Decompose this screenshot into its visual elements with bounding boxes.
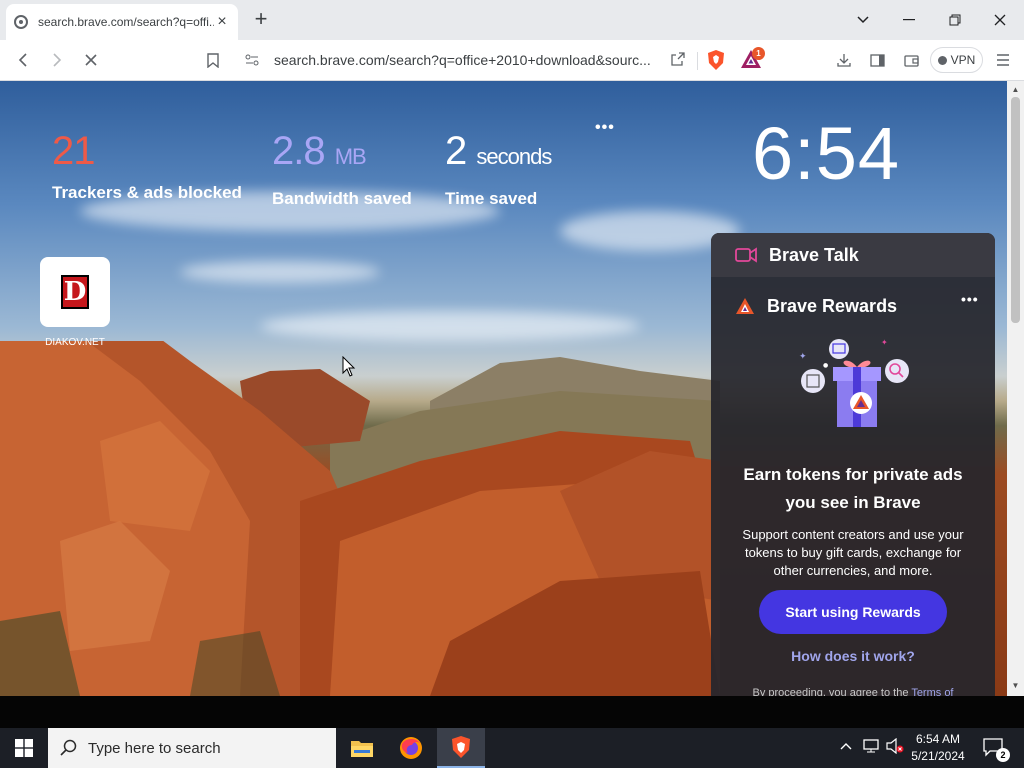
menu-hamburger-icon[interactable] <box>991 49 1015 71</box>
bookmark-button[interactable] <box>201 49 225 71</box>
time-label: Time saved <box>445 189 538 208</box>
tab-search-chevron-icon[interactable] <box>851 8 875 32</box>
brave-talk-card[interactable]: Brave Talk <box>711 233 995 277</box>
desktop-strip <box>0 696 1024 728</box>
rewards-badge: 1 <box>752 47 765 60</box>
new-tab-page: 21 Trackers & ads blocked 2.8 MB Bandwid… <box>0 81 1007 696</box>
system-date: 5/21/2024 <box>911 749 965 763</box>
windows-logo-icon <box>15 739 33 757</box>
bandwidth-unit: MB <box>334 144 367 169</box>
cloud-shape <box>180 261 380 283</box>
tab-favicon-icon <box>14 15 28 29</box>
tab-strip: search.brave.com/search?q=offi... × + <box>0 0 1024 40</box>
svg-text:✦: ✦ <box>799 352 807 362</box>
browser-toolbar: search.brave.com/search?q=office+2010+do… <box>0 40 1024 81</box>
brave-taskbar-button[interactable] <box>437 728 485 768</box>
start-using-rewards-button[interactable]: Start using Rewards <box>759 590 947 634</box>
folder-icon <box>351 741 373 757</box>
trackers-stat: 21 Trackers & ads blocked <box>52 129 242 203</box>
system-time: 6:54 AM <box>915 732 961 746</box>
new-tab-button[interactable]: + <box>251 8 271 30</box>
brave-talk-title: Brave Talk <box>769 244 859 265</box>
search-placeholder: Type here to search <box>88 739 221 757</box>
brave-shields-icon[interactable] <box>706 49 726 71</box>
time-value: 2 <box>445 129 467 173</box>
terms-prefix: By proceeding, you agree to the <box>752 687 909 696</box>
stop-loading-button[interactable] <box>79 49 103 71</box>
vpn-status-icon <box>937 55 947 65</box>
rewards-description: Support content creators and use your to… <box>742 527 964 578</box>
bandwidth-stat: 2.8 MB Bandwidth saved <box>272 129 412 209</box>
vpn-label: VPN <box>950 53 976 67</box>
firefox-button[interactable] <box>387 728 435 768</box>
video-camera-icon <box>735 247 757 263</box>
notification-count-badge: 2 <box>996 748 1010 762</box>
scroll-down-icon[interactable]: ▼ <box>1011 681 1020 691</box>
page-scrollbar[interactable]: ▲ ▼ <box>1007 81 1024 696</box>
minimize-button[interactable] <box>897 8 921 32</box>
restore-button[interactable] <box>943 8 967 32</box>
top-site-label[interactable]: DIAKOV.NET <box>34 337 116 348</box>
scroll-up-icon[interactable]: ▲ <box>1011 85 1020 95</box>
brave-rewards-title: Brave Rewards <box>767 295 898 316</box>
terms-link[interactable]: Terms of <box>911 687 953 696</box>
diakov-logo-icon: D <box>61 275 89 309</box>
trackers-label: Trackers & ads blocked <box>52 183 242 202</box>
url-text[interactable]: search.brave.com/search?q=office+2010+do… <box>274 52 662 68</box>
time-saved-stat: 2 seconds Time saved <box>445 129 552 209</box>
forward-button[interactable] <box>45 49 69 71</box>
sidebar-toggle-icon[interactable] <box>865 49 889 71</box>
address-bar[interactable]: search.brave.com/search?q=office+2010+do… <box>236 46 698 74</box>
bandwidth-label: Bandwidth saved <box>272 189 412 208</box>
rewards-headline: Earn tokens for private ads you see in B… <box>743 465 963 512</box>
mouse-cursor-icon <box>342 356 356 377</box>
scrollbar-thumb[interactable] <box>1011 97 1020 323</box>
back-button[interactable] <box>11 49 35 71</box>
terms-notice: By proceeding, you agree to the Terms of <box>731 687 975 696</box>
windows-taskbar: Type here to search 6:54 AM 5/21/2024 2 <box>0 728 1024 768</box>
bandwidth-value: 2.8 <box>272 129 326 173</box>
wallet-icon[interactable] <box>899 49 923 71</box>
close-window-button[interactable] <box>988 8 1012 32</box>
taskbar-search-box[interactable]: Type here to search <box>48 728 336 768</box>
network-icon[interactable] <box>862 738 880 757</box>
toolbar-divider <box>697 52 698 70</box>
system-clock[interactable]: 6:54 AM 5/21/2024 <box>904 731 972 765</box>
bat-triangle-icon <box>736 298 754 314</box>
firefox-icon <box>400 737 422 759</box>
tab-title: search.brave.com/search?q=offi... <box>38 15 214 29</box>
tab-close-icon[interactable]: × <box>214 14 230 30</box>
downloads-icon[interactable] <box>832 49 856 71</box>
rewards-gift-illustration: ✦ ✦ ● <box>799 338 909 427</box>
rewards-widget: Brave Talk Brave Rewards ••• ✦ ✦ ● Earn … <box>711 233 995 696</box>
start-button[interactable] <box>0 728 48 768</box>
brave-lion-icon <box>452 736 470 758</box>
share-icon[interactable] <box>670 51 690 70</box>
svg-text:✦: ✦ <box>881 338 888 347</box>
brave-rewards-header: Brave Rewards <box>711 291 995 321</box>
browser-tab[interactable]: search.brave.com/search?q=offi... × <box>6 4 238 40</box>
search-icon <box>60 739 77 756</box>
volume-muted-icon[interactable] <box>886 737 904 757</box>
stats-more-options-icon[interactable]: ••• <box>595 119 615 137</box>
cloud-shape <box>260 311 640 341</box>
show-hidden-icons-chevron-icon[interactable] <box>840 738 852 753</box>
svg-text:●: ● <box>823 362 828 369</box>
file-explorer-button[interactable] <box>338 728 386 768</box>
time-unit: seconds <box>476 144 552 169</box>
widget-more-options-icon[interactable]: ••• <box>961 291 979 307</box>
site-settings-icon[interactable] <box>244 52 260 68</box>
vpn-button[interactable]: VPN <box>930 47 983 73</box>
trackers-count: 21 <box>52 129 95 173</box>
top-site-tile[interactable]: D <box>40 257 110 327</box>
new-tab-clock: 6:54 <box>752 112 901 195</box>
how-does-it-work-link[interactable]: How does it work? <box>731 648 975 664</box>
